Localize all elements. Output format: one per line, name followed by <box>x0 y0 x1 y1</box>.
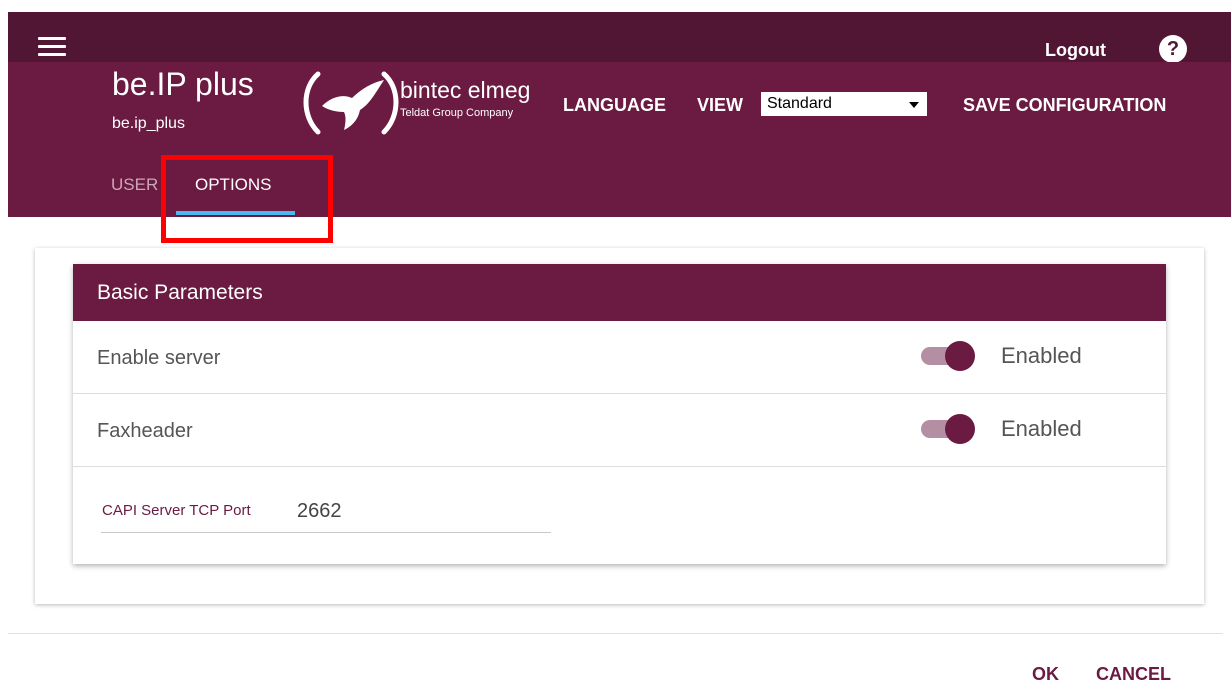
language-menu[interactable]: LANGUAGE <box>563 95 666 116</box>
faxheader-row: Faxheader Enabled <box>73 394 1166 467</box>
panel-title: Basic Parameters <box>97 281 263 304</box>
logout-link[interactable]: Logout <box>1045 40 1106 61</box>
view-select[interactable]: Standard <box>761 92 927 116</box>
cancel-button[interactable]: CANCEL <box>1096 664 1171 685</box>
ok-button[interactable]: OK <box>1032 664 1059 685</box>
basic-parameters-panel: Basic Parameters Enable server Enabled F… <box>73 264 1166 564</box>
brand-logo: bintec elmeg Teldat Group Company <box>303 71 530 135</box>
enable-server-row: Enable server Enabled <box>73 321 1166 394</box>
help-icon[interactable]: ? <box>1159 35 1187 63</box>
enable-server-state: Enabled <box>1001 343 1082 368</box>
top-bar: Logout ? <box>8 12 1231 63</box>
enable-server-label: Enable server <box>97 347 221 369</box>
device-name: be.IP plus <box>112 66 254 102</box>
brand-tagline: Teldat Group Company <box>400 107 514 119</box>
toggle-knob <box>945 341 975 371</box>
capi-port-label: CAPI Server TCP Port <box>102 502 251 519</box>
footer-divider <box>8 633 1223 634</box>
device-id: be.ip_plus <box>112 115 185 132</box>
capi-port-input[interactable]: 2662 <box>297 500 342 523</box>
faxheader-state: Enabled <box>1001 416 1082 441</box>
panel-header: Basic Parameters <box>73 264 1166 321</box>
bird-logo-icon <box>303 71 399 135</box>
tab-user[interactable]: USER <box>111 175 158 195</box>
active-tab-indicator <box>176 211 295 215</box>
toggle-knob <box>945 414 975 444</box>
chevron-down-icon <box>909 102 919 108</box>
enable-server-toggle[interactable] <box>921 341 977 371</box>
faxheader-label: Faxheader <box>97 420 193 442</box>
input-underline <box>101 532 551 533</box>
save-configuration-button[interactable]: SAVE CONFIGURATION <box>963 95 1166 116</box>
hamburger-menu-icon[interactable] <box>38 37 66 57</box>
view-selected-value: Standard <box>767 95 832 112</box>
faxheader-toggle[interactable] <box>921 414 977 444</box>
tab-options[interactable]: OPTIONS <box>195 175 272 195</box>
brand-name: bintec elmeg <box>400 77 530 103</box>
view-label: VIEW <box>697 95 744 115</box>
